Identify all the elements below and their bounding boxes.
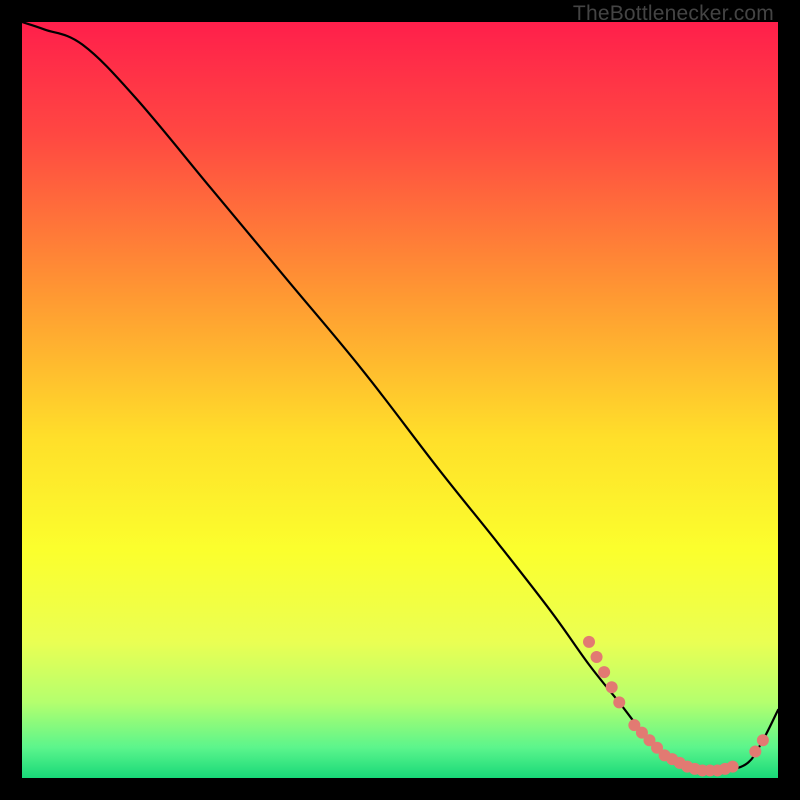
chart-frame: TheBottlenecker.com (0, 0, 800, 800)
chart-plot-area (22, 22, 778, 778)
highlight-dot (613, 696, 625, 708)
highlight-dot (749, 746, 761, 758)
highlight-dot (598, 666, 610, 678)
highlight-dot (583, 636, 595, 648)
bottleneck-curve-line (22, 22, 778, 771)
highlight-dot (727, 761, 739, 773)
highlight-dot (591, 651, 603, 663)
watermark-text: TheBottlenecker.com (573, 2, 774, 26)
highlight-dots-group (583, 636, 769, 777)
highlight-dot (757, 734, 769, 746)
highlight-dot (606, 681, 618, 693)
chart-svg (22, 22, 778, 778)
